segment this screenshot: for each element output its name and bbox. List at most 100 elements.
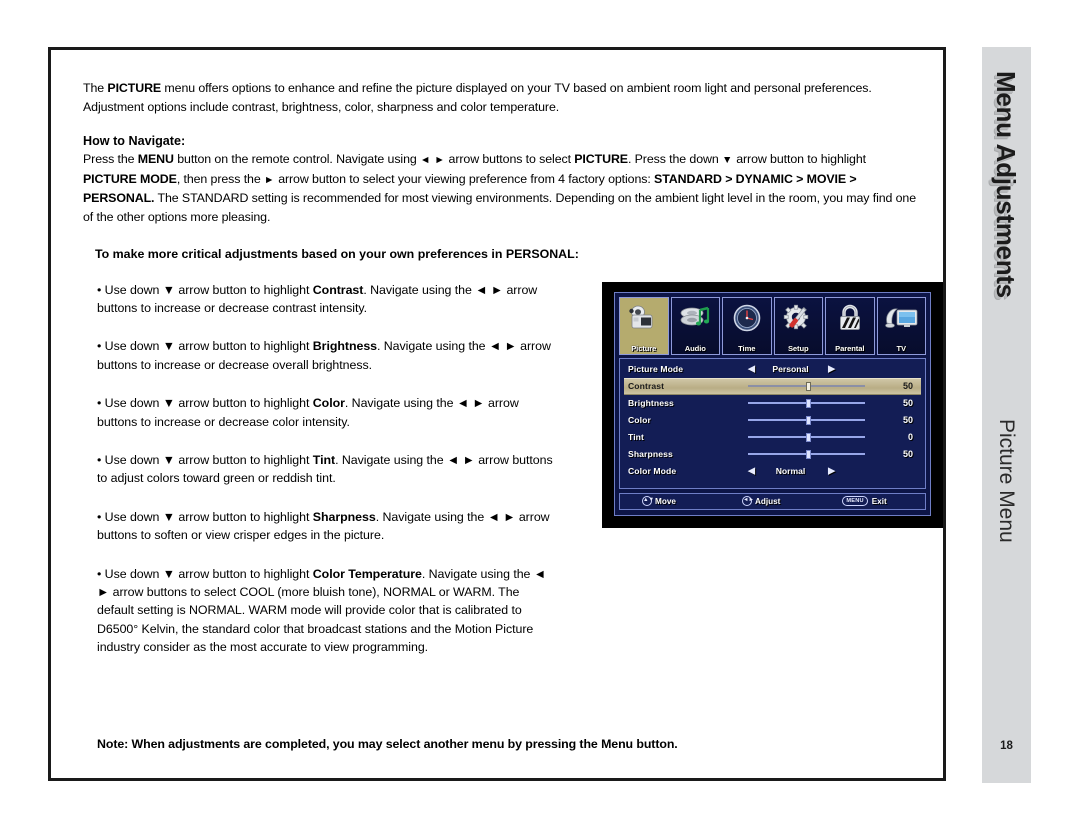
bullet-lead: • Use down ▼ arrow button to highlight xyxy=(97,453,313,467)
osd-slider-contrast[interactable] xyxy=(732,379,879,394)
intro-text-1: The xyxy=(83,81,108,95)
osd-settings-list: Picture Mode ◀ Personal ▶ Contrast 50 Br… xyxy=(619,357,926,489)
list-item: • Use down ▼ arrow button to highlight B… xyxy=(97,337,559,374)
osd-frame: Picture Audio Time Setup Parental TV Pic… xyxy=(614,291,931,516)
how-to-navigate-heading: How to Navigate: xyxy=(83,134,186,149)
osd-slider-color[interactable] xyxy=(732,412,879,429)
bullet-term: Color Temperature xyxy=(312,566,422,581)
osd-row-brightness[interactable]: Brightness 50 xyxy=(624,395,921,412)
page-content-box: The PICTURE menu offers options to enhan… xyxy=(48,47,946,781)
osd-row-number: 50 xyxy=(902,449,913,460)
left-right-keys-icon: ◄► xyxy=(741,496,754,507)
chevron-right-icon[interactable]: ▶ xyxy=(828,364,835,375)
chevron-right-icon[interactable]: ▶ xyxy=(828,466,835,477)
slider-knob[interactable] xyxy=(805,450,811,460)
nav-text-2: button on the remote control. Navigate u… xyxy=(173,152,421,167)
side-tab-subtitle: Picture Menu xyxy=(995,419,1018,543)
osd-row-number: 0 xyxy=(907,432,913,443)
bullet-lead: • Use down ▼ arrow button to highlight xyxy=(97,282,313,297)
page-number: 18 xyxy=(1000,740,1013,752)
nav-bold-picture-mode: PICTURE MODE xyxy=(83,171,177,186)
nav-text-1: Press the xyxy=(83,152,138,167)
navigate-paragraph: Press the MENU button on the remote cont… xyxy=(83,150,921,226)
padlock-icon xyxy=(826,300,874,336)
osd-option-control: ◀ Normal ▶ xyxy=(732,463,879,480)
slider-knob[interactable] xyxy=(805,382,811,392)
osd-hint-exit: MENU Exit xyxy=(842,496,887,507)
osd-row-contrast[interactable]: Contrast 50 xyxy=(624,377,921,395)
osd-row-label: Picture Mode xyxy=(628,364,684,375)
osd-row-label: Sharpness xyxy=(628,449,673,460)
bullet-lead: • Use down ▼ arrow button to highlight xyxy=(97,566,313,581)
osd-tab-picture[interactable]: Picture xyxy=(619,296,669,355)
nav-text-7: arrow button to select your viewing pref… xyxy=(274,171,651,186)
nav-bold-picture: PICTURE xyxy=(574,152,628,167)
osd-tab-label: Picture xyxy=(631,343,657,353)
osd-row-sharpness[interactable]: Sharpness 50 xyxy=(624,446,921,463)
osd-hint-adjust: ◄► Adjust xyxy=(741,496,780,507)
osd-tab-time[interactable]: Time xyxy=(722,296,772,355)
side-tab-title: Menu Adjustments xyxy=(991,71,1021,298)
osd-row-label: Tint xyxy=(628,432,644,443)
bullet-term: Tint xyxy=(312,453,336,467)
osd-option-control: ◀ Personal ▶ xyxy=(732,361,879,378)
osd-row-number: 50 xyxy=(902,415,913,426)
speaker-note-icon xyxy=(672,300,720,336)
gear-screwdriver-icon xyxy=(775,300,823,336)
nav-text-3: arrow buttons to select xyxy=(445,152,575,167)
osd-tab-parental[interactable]: Parental xyxy=(825,296,875,355)
osd-tab-audio[interactable]: Audio xyxy=(670,296,720,355)
list-item: • Use down ▼ arrow button to highlight C… xyxy=(97,281,559,318)
osd-row-number: 50 xyxy=(902,381,913,392)
osd-hint-bar: ▲▼ Move ◄► Adjust MENU Exit xyxy=(619,492,926,510)
osd-tab-setup[interactable]: Setup xyxy=(773,296,823,355)
slider-knob[interactable] xyxy=(805,433,811,443)
osd-row-label: Contrast xyxy=(628,381,665,392)
slider-knob[interactable] xyxy=(805,399,811,409)
footer-note: Note: When adjustments are completed, yo… xyxy=(97,737,678,751)
intro-text-2: menu offers options to enhance and refin… xyxy=(83,81,872,114)
osd-row-color[interactable]: Color 50 xyxy=(624,412,921,429)
osd-tab-label: Parental xyxy=(835,343,865,353)
bullet-term: Contrast xyxy=(312,282,364,297)
osd-row-tint[interactable]: Tint 0 xyxy=(624,429,921,446)
osd-row-label: Color Mode xyxy=(628,466,677,477)
nav-text-5: arrow button to highlight xyxy=(732,152,866,167)
osd-slider-tint[interactable] xyxy=(732,429,879,446)
menu-key-icon: MENU xyxy=(842,496,868,507)
bullet-term: Sharpness xyxy=(312,509,376,524)
osd-tab-label: Setup xyxy=(787,343,809,353)
list-item: • Use down ▼ arrow button to highlight S… xyxy=(97,508,559,545)
tv-antenna-icon xyxy=(878,300,926,336)
nav-text-6: , then press the xyxy=(176,171,264,186)
right-arrow-icon: ► xyxy=(263,173,275,186)
osd-row-label: Color xyxy=(628,415,651,426)
osd-hint-label: Move xyxy=(655,496,676,506)
osd-tab-label: Time xyxy=(738,343,756,353)
osd-row-picture-mode[interactable]: Picture Mode ◀ Personal ▶ xyxy=(624,361,921,378)
nav-bold-menu: MENU xyxy=(137,152,174,167)
nav-text-4: . Press the down xyxy=(627,152,722,167)
osd-slider-sharpness[interactable] xyxy=(732,446,879,463)
bullets-and-screenshot: • Use down ▼ arrow button to highlight C… xyxy=(83,281,943,657)
bullet-term: Color xyxy=(312,396,345,411)
left-right-arrow-icon: ◄ ► xyxy=(420,154,446,167)
osd-tab-tv[interactable]: TV xyxy=(876,296,926,355)
osd-row-color-mode[interactable]: Color Mode ◀ Normal ▶ xyxy=(624,463,921,480)
osd-slider-brightness[interactable] xyxy=(732,395,879,412)
side-tab: Menu Adjustments Picture Menu 18 xyxy=(982,47,1031,783)
bullet-list: • Use down ▼ arrow button to highlight C… xyxy=(97,281,559,657)
bullet-lead: • Use down ▼ arrow button to highlight xyxy=(97,339,313,354)
osd-hint-move: ▲▼ Move xyxy=(642,496,676,507)
osd-tab-bar: Picture Audio Time Setup Parental TV xyxy=(619,296,926,355)
bullet-lead: • Use down ▼ arrow button to highlight xyxy=(97,509,313,524)
page-body: The PICTURE menu offers options to enhan… xyxy=(83,79,943,657)
up-down-keys-icon: ▲▼ xyxy=(642,496,654,507)
bullet-term: Brightness xyxy=(312,339,377,354)
intro-paragraph: The PICTURE menu offers options to enhan… xyxy=(83,79,921,116)
down-arrow-icon: ▼ xyxy=(721,154,733,167)
tv-osd-screenshot: Picture Audio Time Setup Parental TV Pic… xyxy=(602,281,943,528)
slider-knob[interactable] xyxy=(805,416,811,426)
